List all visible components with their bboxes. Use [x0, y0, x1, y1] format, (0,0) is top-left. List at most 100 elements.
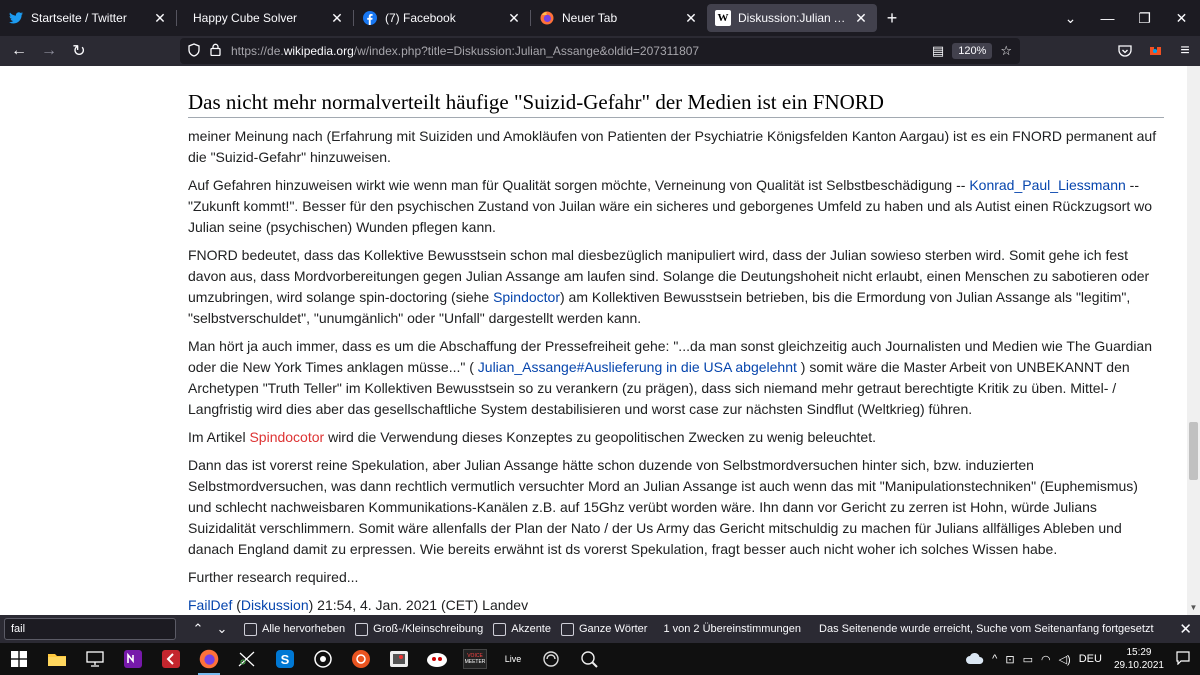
- paragraph: Further research required...: [188, 569, 359, 585]
- lock-icon[interactable]: [210, 43, 221, 59]
- tab-label: Neuer Tab: [562, 11, 618, 25]
- tab-new-tab[interactable]: Neuer Tab ✕: [531, 0, 707, 36]
- scroll-down-icon[interactable]: ▼: [1187, 603, 1200, 615]
- restore-icon[interactable]: ❐: [1126, 0, 1163, 36]
- onenote-app-icon[interactable]: [114, 643, 152, 675]
- whole-words-checkbox[interactable]: Ganze Wörter: [560, 622, 647, 636]
- highlight-all-checkbox[interactable]: Alle hervorheben: [244, 622, 345, 636]
- match-diacritics-checkbox[interactable]: Akzente: [493, 622, 551, 636]
- extension-icon[interactable]: [1140, 37, 1170, 65]
- paragraph: Dann das ist vorerst reine Spekulation, …: [188, 457, 1138, 557]
- close-find-bar-icon[interactable]: ✕: [1179, 620, 1192, 638]
- find-bar: ⌃ ⌄ Alle hervorheben Groß-/Kleinschreibu…: [0, 615, 1200, 643]
- tab-label: Startseite / Twitter: [31, 11, 127, 25]
- tab-facebook[interactable]: (7) Facebook ✕: [354, 0, 530, 36]
- checkbox-label: Groß-/Kleinschreibung: [373, 623, 484, 635]
- volume-icon[interactable]: ◁): [1059, 653, 1071, 666]
- character-app-icon[interactable]: [418, 643, 456, 675]
- url-text[interactable]: https://de.wikipedia.org/w/index.php?tit…: [231, 44, 699, 58]
- firefox-taskbar-icon[interactable]: [190, 643, 228, 675]
- app-label: Live: [504, 654, 522, 664]
- skype-icon[interactable]: S: [266, 643, 304, 675]
- drawing-app-icon[interactable]: [228, 643, 266, 675]
- network-icon[interactable]: ⊡: [1005, 653, 1014, 666]
- text: Auf Gefahren hinzuweisen wirkt wie wenn …: [188, 177, 970, 193]
- tab-label: Happy Cube Solver: [193, 11, 298, 25]
- reload-icon[interactable]: ↻: [64, 37, 94, 65]
- tab-twitter[interactable]: Startseite / Twitter ✕: [0, 0, 176, 36]
- bookmark-star-icon[interactable]: ☆: [1000, 43, 1012, 59]
- url-path: /w/index.php?title=Diskussion:Julian_Ass…: [353, 44, 700, 58]
- text: wird die Verwendung dieses Konzeptes zu …: [324, 429, 876, 445]
- battery-icon[interactable]: ▭: [1023, 653, 1033, 666]
- section-heading: Das nicht mehr normalverteilt häufige "S…: [188, 90, 1164, 118]
- find-next-icon[interactable]: ⌄: [210, 621, 234, 637]
- article-section: Das nicht mehr normalverteilt häufige "S…: [188, 90, 1164, 615]
- app-label: MEETER: [464, 659, 486, 665]
- voice-meeter-icon[interactable]: VOICE MEETER: [456, 643, 494, 675]
- page-content: Das nicht mehr normalverteilt häufige "S…: [0, 66, 1200, 615]
- checkbox-box[interactable]: [493, 622, 507, 636]
- photo-app-icon[interactable]: [380, 643, 418, 675]
- paragraph: Auf Gefahren hinzuweisen wirkt wie wenn …: [188, 175, 1164, 238]
- zoom-indicator[interactable]: 120%: [952, 43, 993, 59]
- menu-icon[interactable]: ≡: [1170, 37, 1200, 65]
- close-icon[interactable]: ✕: [683, 10, 699, 26]
- svg-text:S: S: [281, 652, 290, 667]
- spiral-app-icon[interactable]: [532, 643, 570, 675]
- weather-cloud-icon[interactable]: [966, 652, 984, 667]
- user-link[interactable]: FailDef: [188, 597, 232, 613]
- red-app-icon[interactable]: [152, 643, 190, 675]
- match-case-checkbox[interactable]: Groß-/Kleinschreibung: [355, 622, 484, 636]
- link-auslieferung[interactable]: Julian_Assange#Auslieferung in die USA a…: [478, 359, 797, 375]
- media-app-icon[interactable]: [304, 643, 342, 675]
- system-tray: ^ ⊡ ▭ ◠ ◁) DEU 15:29 29.10.2021: [962, 643, 1200, 675]
- scrollbar[interactable]: ▼: [1187, 66, 1200, 615]
- clock-date: 29.10.2021: [1113, 660, 1164, 671]
- language-indicator[interactable]: DEU: [1079, 653, 1102, 665]
- back-icon[interactable]: ←: [4, 37, 34, 65]
- url-bar[interactable]: https://de.wikipedia.org/w/index.php?tit…: [180, 38, 1020, 64]
- navigation-toolbar: ← → ↻ https://de.wikipedia.org/w/index.p…: [0, 36, 1200, 66]
- close-icon[interactable]: ✕: [329, 10, 345, 26]
- user-talk-link[interactable]: Diskussion: [241, 597, 309, 613]
- tab-happy-cube[interactable]: Happy Cube Solver ✕: [177, 0, 353, 36]
- pocket-icon[interactable]: [1110, 37, 1140, 65]
- twitter-icon: [8, 10, 24, 26]
- clock[interactable]: 15:29 29.10.2021: [1114, 646, 1164, 672]
- close-window-icon[interactable]: ✕: [1163, 0, 1200, 36]
- text: (: [232, 597, 241, 613]
- url-prefix: https://de.: [231, 44, 284, 58]
- checkbox-box[interactable]: [355, 622, 369, 636]
- find-status: Das Seitenende wurde erreicht, Suche vom…: [819, 623, 1154, 635]
- notification-center-icon[interactable]: [1176, 650, 1190, 668]
- paragraph: Im Artikel Spindocotor wird die Verwendu…: [188, 427, 1164, 448]
- list-all-tabs-icon[interactable]: ⌄: [1052, 0, 1089, 36]
- checkbox-box[interactable]: [560, 622, 574, 636]
- monitor-app-icon[interactable]: [76, 643, 114, 675]
- link-liessmann[interactable]: Konrad_Paul_Liessmann: [969, 177, 1125, 193]
- tab-wikipedia[interactable]: W Diskussion:Julian Assange – Wiki ✕: [707, 4, 877, 32]
- minimize-icon[interactable]: —: [1089, 0, 1126, 36]
- shield-icon[interactable]: [188, 42, 200, 60]
- find-previous-icon[interactable]: ⌃: [186, 621, 210, 637]
- link-spindoctor[interactable]: Spindoctor: [493, 289, 560, 305]
- scrollbar-thumb[interactable]: [1189, 422, 1198, 480]
- new-tab-button[interactable]: +: [877, 0, 907, 36]
- file-explorer-icon[interactable]: [38, 643, 76, 675]
- ubuntu-icon[interactable]: [342, 643, 380, 675]
- close-icon[interactable]: ✕: [152, 10, 168, 26]
- live-app-icon[interactable]: Live: [494, 643, 532, 675]
- start-button[interactable]: [0, 643, 38, 675]
- redlink-spindocotor[interactable]: Spindocotor: [249, 429, 324, 445]
- close-icon[interactable]: ✕: [853, 10, 869, 26]
- show-hidden-icons-icon[interactable]: ^: [992, 653, 997, 665]
- tools-app-icon[interactable]: [570, 643, 608, 675]
- forward-icon[interactable]: →: [34, 37, 64, 65]
- wifi-icon[interactable]: ◠: [1041, 653, 1051, 666]
- close-icon[interactable]: ✕: [506, 10, 522, 26]
- checkbox-box[interactable]: [244, 622, 257, 636]
- paragraph: meiner Meinung nach (Erfahrung mit Suizi…: [188, 128, 1157, 165]
- reader-view-icon[interactable]: ▤: [932, 43, 944, 59]
- find-input[interactable]: [4, 618, 176, 640]
